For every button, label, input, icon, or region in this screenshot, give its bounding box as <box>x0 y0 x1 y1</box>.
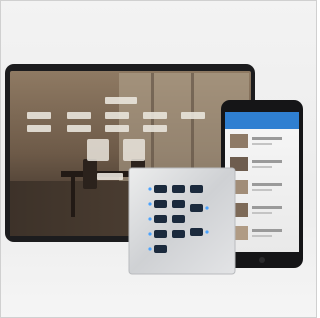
tablet-ui-button <box>143 125 167 132</box>
tablet-ui-button <box>105 112 129 119</box>
product-scene <box>5 64 303 275</box>
wall-keypad <box>128 167 236 275</box>
keypad-button <box>190 185 203 193</box>
product-photo-frame <box>0 0 317 318</box>
keypad-button <box>190 228 203 236</box>
keypad-button <box>154 200 167 208</box>
keypad-button <box>172 230 185 238</box>
tablet-ui-button <box>143 112 167 119</box>
keypad-button <box>172 200 185 208</box>
tablet-ui-button <box>181 112 205 119</box>
tablet-ui-button <box>67 125 91 132</box>
tablet-ui-button <box>27 125 51 132</box>
keypad-button <box>154 215 167 223</box>
tablet-ui-panel <box>87 139 109 161</box>
tablet-ui-button <box>27 112 51 119</box>
tablet-ui-button <box>105 97 137 104</box>
phone-home-button <box>259 257 265 263</box>
keypad-button <box>190 204 203 212</box>
tablet-ui-panel <box>123 139 145 161</box>
keypad-button <box>172 215 185 223</box>
keypad-button <box>154 245 167 253</box>
tablet-ui-button <box>105 125 129 132</box>
keypad-button <box>154 185 167 193</box>
tablet-ui-button <box>97 173 123 180</box>
tablet-ui-button <box>67 112 91 119</box>
keypad-button <box>172 185 185 193</box>
keypad-button <box>154 230 167 238</box>
phone-list-thumb <box>230 134 248 148</box>
phone-header-bar <box>225 112 299 129</box>
